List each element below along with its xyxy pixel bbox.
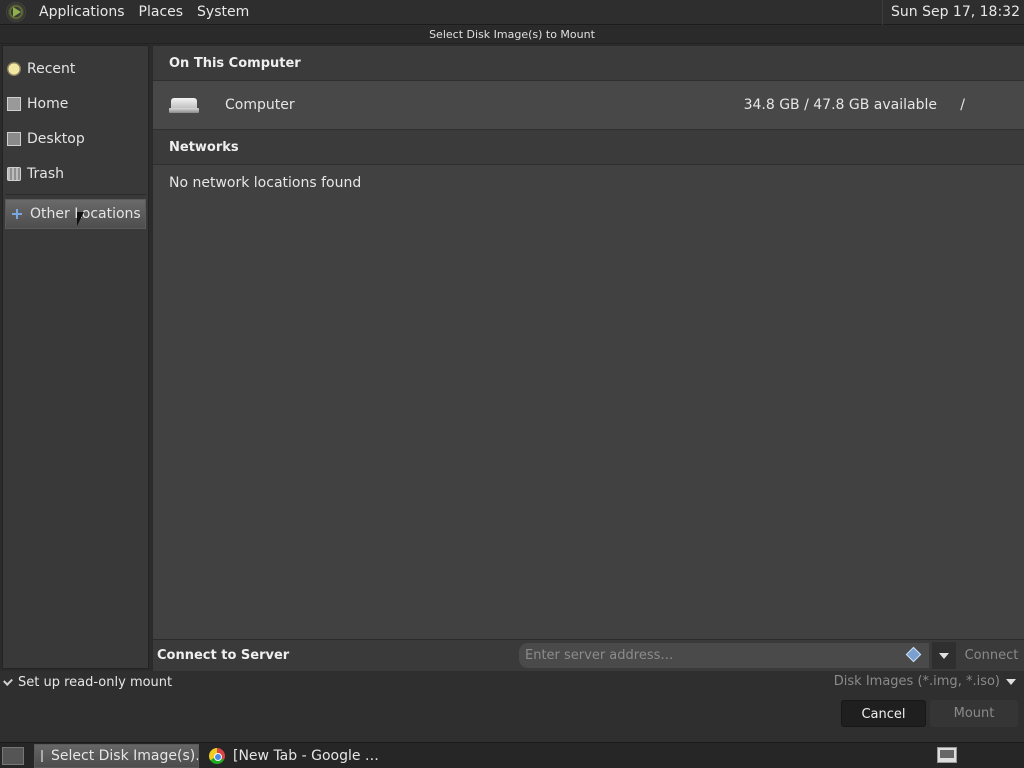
sidebar-item-label: Other Locations — [30, 206, 141, 222]
section-heading-networks: Networks — [153, 130, 1024, 165]
location-mount-point: / — [960, 97, 965, 113]
sidebar-item-recent[interactable]: Recent — [3, 51, 148, 86]
readonly-mount-checkbox[interactable]: Set up read-only mount — [3, 675, 173, 690]
server-address-input[interactable]: Enter server address… — [518, 642, 930, 669]
sidebar-item-trash[interactable]: Trash — [3, 156, 148, 191]
sidebar-item-label: Trash — [27, 165, 64, 182]
location-name: Computer — [225, 97, 295, 113]
sidebar-item-label: Recent — [27, 60, 76, 77]
clock[interactable]: Sun Sep 17, 18:32 — [882, 0, 1024, 25]
taskbar-item-label: Select Disk Image(s)… — [51, 747, 199, 764]
workspace-switcher-icon[interactable] — [937, 747, 957, 763]
server-address-icon — [905, 646, 922, 663]
checkmark-icon — [3, 676, 13, 686]
file-type-filter-label: Disk Images (*.img, *.iso) — [833, 674, 1000, 689]
chevron-down-icon — [1006, 678, 1016, 685]
chrome-icon — [209, 747, 225, 764]
dialog-title: Select Disk Image(s) to Mount — [0, 26, 1024, 44]
location-available-space: 34.8 GB / 47.8 GB available — [743, 97, 937, 113]
server-address-placeholder: Enter server address… — [525, 648, 674, 663]
locations-pane: On This Computer Computer 34.8 GB / 47.8… — [153, 45, 1024, 639]
menu-places[interactable]: Places — [132, 0, 191, 25]
harddisk-icon — [169, 95, 201, 115]
location-row-computer[interactable]: Computer 34.8 GB / 47.8 GB available / — [153, 81, 1024, 130]
menu-system[interactable]: System — [190, 0, 256, 25]
mouse-cursor-icon — [77, 212, 84, 226]
plus-icon — [12, 209, 22, 219]
taskbar-item-label: [New Tab - Google … — [233, 747, 379, 764]
clock-icon — [7, 61, 21, 76]
connect-to-server-label: Connect to Server — [157, 648, 290, 663]
taskbar: Select Disk Image(s)… [New Tab - Google … — [0, 742, 1024, 768]
window-icon — [41, 749, 43, 762]
top-panel: Applications Places System Sun Sep 17, 1… — [0, 0, 1024, 25]
cancel-button[interactable]: Cancel — [841, 700, 926, 727]
mount-button[interactable]: Mount — [930, 700, 1018, 727]
section-heading-on-this-computer: On This Computer — [153, 46, 1024, 81]
file-type-filter[interactable]: Disk Images (*.img, *.iso) — [834, 674, 1016, 689]
home-icon — [7, 96, 21, 111]
networks-empty-message: No network locations found — [169, 175, 362, 191]
server-history-dropdown[interactable] — [932, 642, 956, 669]
places-sidebar: Recent Home Desktop Trash Other Location… — [2, 45, 149, 669]
sidebar-item-label: Home — [27, 95, 69, 112]
desktop-icon — [7, 131, 21, 146]
taskbar-item-chrome[interactable]: [New Tab - Google … — [203, 744, 385, 768]
sidebar-divider — [5, 194, 146, 195]
distro-logo-icon[interactable] — [6, 2, 26, 22]
sidebar-item-other-locations[interactable]: Other Locations — [5, 199, 146, 229]
connect-to-server-bar: Connect to Server Enter server address… … — [153, 640, 1024, 671]
connect-button[interactable]: Connect — [959, 642, 1024, 669]
panel-menu: Applications Places System — [0, 0, 256, 25]
dialog-footer: Set up read-only mount Disk Images (*.im… — [0, 671, 1024, 742]
sidebar-item-home[interactable]: Home — [3, 86, 148, 121]
taskbar-item-disk-dialog[interactable]: Select Disk Image(s)… — [34, 743, 199, 768]
show-desktop-icon[interactable] — [2, 746, 24, 765]
menu-applications[interactable]: Applications — [32, 0, 132, 25]
sidebar-item-desktop[interactable]: Desktop — [3, 121, 148, 156]
readonly-mount-label: Set up read-only mount — [18, 675, 173, 690]
trash-icon — [7, 166, 21, 181]
sidebar-item-label: Desktop — [27, 130, 85, 147]
